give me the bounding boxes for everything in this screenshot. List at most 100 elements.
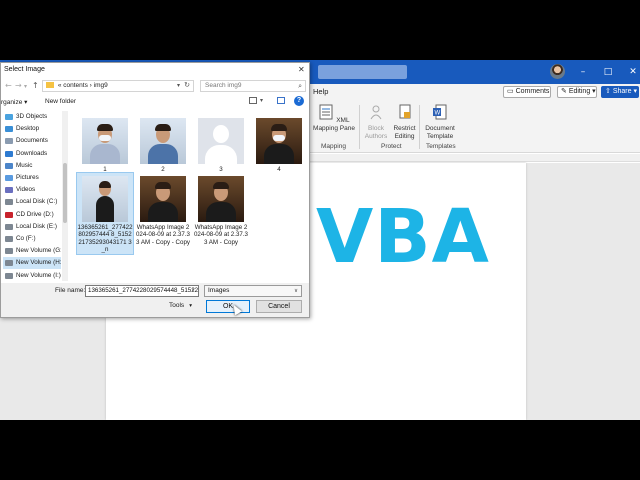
download-icon — [5, 150, 13, 157]
close-button[interactable]: ✕ — [626, 65, 640, 79]
document-template-button[interactable]: W Document Template — [422, 104, 458, 141]
breadcrumb-img9[interactable]: img9 — [94, 82, 108, 89]
nav-item[interactable]: New Volume (G: — [3, 245, 61, 257]
nav-item[interactable]: Local Disk (E:) — [3, 221, 61, 233]
avatar[interactable] — [550, 64, 565, 79]
restrict-editing-label: Restrict Editing — [393, 125, 416, 140]
xml-mapping-pane-button[interactable]: XML Mapping Pane — [311, 104, 357, 133]
nav-item[interactable]: Desktop — [3, 123, 61, 135]
up-arrow-icon[interactable]: ↑ — [32, 81, 39, 90]
word-template-icon: W — [433, 104, 447, 120]
chevron-down-icon[interactable]: ▾ — [177, 81, 180, 91]
nav-item-label: Documents — [16, 137, 48, 145]
tools-label: Tools — [169, 302, 185, 309]
nav-item-label: Pictures — [16, 174, 39, 181]
editing-mode-button[interactable]: ✎ Editing ▾ — [557, 86, 597, 98]
file-name-value: 136365261_2774228029574448_515221 — [88, 287, 199, 294]
comment-icon: ▭ — [507, 88, 516, 95]
dialog-navigation-bar: ← → ▾ ↑ « contents › img9 ▾ ↻ Search img… — [1, 79, 309, 95]
image-thumbnail — [140, 176, 186, 222]
nav-item[interactable]: Documents — [3, 135, 61, 147]
word-search-box[interactable] — [318, 65, 407, 79]
nav-item[interactable]: Local Disk (C:) — [3, 196, 61, 208]
file-name-input[interactable]: 136365261_2774228029574448_515221 — [85, 285, 199, 297]
nav-item[interactable]: 3D Objects — [3, 111, 61, 123]
menu-help[interactable]: Help — [313, 87, 328, 96]
ok-button[interactable]: OK — [206, 300, 250, 313]
file-type-select[interactable]: Images ∨ — [204, 285, 302, 297]
block-authors-icon — [370, 105, 382, 120]
address-bar[interactable]: « contents › img9 ▾ ↻ — [42, 80, 194, 92]
search-icon: ⌕ — [298, 82, 302, 90]
chevron-down-icon: ▾ — [189, 303, 192, 309]
tools-button[interactable]: Tools ▾ — [169, 302, 192, 309]
nav-item[interactable]: New Volume (H: — [3, 257, 61, 270]
nav-item[interactable]: Downloads — [3, 148, 61, 160]
editing-label: Editing — [568, 88, 591, 95]
document-heading-text: VBA — [316, 194, 490, 280]
nav-item[interactable]: Pictures — [3, 172, 61, 184]
search-input[interactable]: Search img9 ⌕ — [200, 80, 306, 92]
forward-arrow-icon[interactable]: → — [15, 81, 22, 90]
music-icon — [5, 162, 13, 169]
file-item[interactable]: WhatsApp Image 2024-08-09 at 2.37.33 AM … — [193, 173, 249, 246]
block-authors-button[interactable]: Block Authors — [362, 104, 390, 141]
maximize-button[interactable]: □ — [601, 65, 615, 79]
file-item[interactable]: WhatsApp Image 2024-08-09 at 2.37.33 AM … — [135, 173, 191, 246]
file-name-label: File name: — [55, 287, 86, 294]
drive-icon — [5, 199, 13, 206]
back-arrow-icon[interactable]: ← — [5, 81, 12, 90]
ribbon-group-mapping: Mapping — [321, 143, 346, 150]
preview-pane-icon[interactable] — [277, 97, 285, 104]
organize-button[interactable]: rganize ▾ — [1, 98, 27, 106]
minimize-button[interactable]: – — [576, 65, 590, 79]
comments-button[interactable]: ▭ Comments — [503, 86, 551, 98]
nav-item-label: New Volume (G: — [16, 247, 61, 255]
file-item[interactable]: 3 — [193, 115, 249, 173]
file-item[interactable]: 1 — [77, 115, 133, 173]
desktop-icon — [5, 126, 13, 133]
nav-item[interactable]: Co (F:) — [3, 233, 61, 245]
share-button[interactable]: ⇧ Share ▾ — [601, 86, 639, 98]
breadcrumb-root[interactable]: « — [58, 82, 62, 89]
ribbon-group-templates: Templates — [426, 143, 456, 150]
file-name: WhatsApp Image 2024-08-09 at 2.37.33 AM … — [135, 224, 190, 246]
close-icon[interactable]: ✕ — [298, 65, 305, 74]
folder-icon — [46, 82, 54, 88]
refresh-icon[interactable]: ↻ — [184, 81, 190, 91]
drive-icon — [5, 236, 13, 242]
videos-icon — [5, 187, 13, 194]
breadcrumb-contents[interactable]: contents — [63, 82, 88, 89]
navigation-pane: 3D Objects Desktop Documents Downloads Music… — [1, 111, 69, 283]
scrollbar-thumb[interactable] — [63, 163, 67, 223]
file-item[interactable]: 4 — [251, 115, 307, 173]
recent-locations-chevron-icon[interactable]: ▾ — [24, 83, 27, 90]
chevron-down-icon[interactable]: ∨ — [191, 287, 195, 293]
chevron-down-icon: ▾ — [631, 88, 637, 95]
new-folder-button[interactable]: New folder — [45, 98, 76, 105]
image-thumbnail — [82, 176, 128, 222]
svg-text:W: W — [435, 111, 441, 117]
file-item[interactable]: 2 — [135, 115, 191, 173]
file-list: 1 2 3 4 136365261_277422802957444 8_51522173… — [73, 111, 309, 283]
dialog-toolbar: rganize ▾ New folder ▾ ? — [1, 96, 309, 109]
restrict-editing-button[interactable]: Restrict Editing — [391, 104, 418, 141]
document-icon — [5, 138, 13, 145]
drive-icon — [5, 248, 13, 255]
view-options-icon[interactable] — [249, 97, 257, 104]
share-label: Share — [612, 88, 632, 95]
nav-item[interactable]: Music — [3, 160, 61, 172]
image-thumbnail — [140, 118, 186, 164]
chevron-down-icon[interactable]: ▾ — [260, 97, 263, 104]
image-thumbnail — [198, 176, 244, 222]
help-icon[interactable]: ? — [294, 96, 304, 106]
organize-label: rganize — [1, 99, 23, 106]
nav-item[interactable]: New Volume (I:) — [3, 270, 61, 282]
cancel-button[interactable]: Cancel — [256, 300, 302, 313]
nav-item[interactable]: CD Drive (D:) — [3, 209, 61, 221]
cube-icon — [5, 114, 13, 120]
nav-item[interactable]: Videos — [3, 184, 61, 196]
nav-item-label: CD Drive (D:) — [16, 210, 54, 218]
file-item[interactable]: 136365261_277422802957444 8_515221735293… — [76, 172, 134, 255]
nav-item-label: Videos — [16, 186, 36, 194]
